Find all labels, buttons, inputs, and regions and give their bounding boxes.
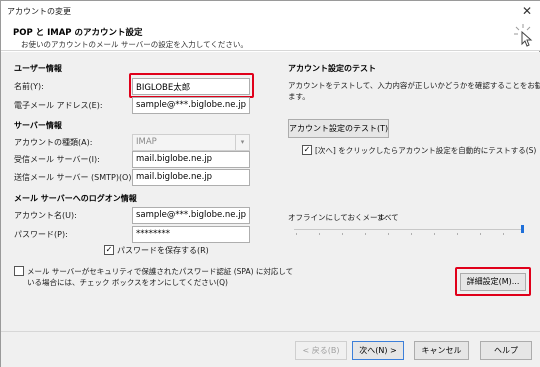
slider-tick <box>411 233 412 235</box>
auto-test-label: [次へ] をクリックしたらアカウント設定を自動的にテストする(S) <box>315 146 537 155</box>
checkmark-icon: ✓ <box>303 145 311 154</box>
chevron-down-icon: ▾ <box>235 135 249 150</box>
offline-slider-thumb[interactable] <box>521 225 524 233</box>
slider-tick <box>296 233 297 235</box>
window-title: アカウントの変更 <box>7 7 71 16</box>
name-highlight-box <box>129 73 254 98</box>
remember-password-label: パスワードを保存する(R) <box>117 246 209 255</box>
next-button[interactable]: 次へ(N) > <box>352 341 404 360</box>
more-settings-highlight-box <box>455 267 531 296</box>
slider-tick <box>503 233 504 235</box>
test-description-line2: ます。 <box>288 92 310 101</box>
user-info-heading: ユーザー情報 <box>14 64 62 73</box>
offline-mail-value: すべて <box>377 213 399 222</box>
logon-info-heading: メール サーバーへのログオン情報 <box>14 194 137 203</box>
email-label: 電子メール アドレス(E): <box>14 101 103 110</box>
test-description-line1: アカウントをテストして、入力内容が正しいかどうかを確認することをお勧めし <box>288 81 540 90</box>
slider-tick <box>365 233 366 235</box>
slider-tick <box>319 233 320 235</box>
cancel-button[interactable]: キャンセル <box>414 341 469 360</box>
server-info-heading: サーバー情報 <box>14 121 62 130</box>
account-type-label: アカウントの種類(A): <box>14 138 93 147</box>
dialog-header: POP と IMAP のアカウント設定 お使いのアカウントのメール サーバーの設… <box>1 21 540 51</box>
incoming-server-label: 受信メール サーバー(I): <box>14 155 100 164</box>
slider-tick <box>480 233 481 235</box>
help-button[interactable]: ヘルプ <box>480 341 532 360</box>
cursor-sparkle-icon <box>514 24 533 47</box>
password-field[interactable]: ******** <box>132 226 250 243</box>
name-label: 名前(Y): <box>14 82 44 91</box>
slider-tick <box>434 233 435 235</box>
outgoing-server-label: 送信メール サーバー (SMTP)(O): <box>14 173 135 182</box>
account-name-label: アカウント名(U): <box>14 211 77 220</box>
close-icon[interactable]: ✕ <box>519 3 535 19</box>
incoming-server-field[interactable]: mail.biglobe.ne.jp <box>132 151 250 168</box>
test-heading: アカウント設定のテスト <box>288 64 376 73</box>
title-bar: アカウントの変更 ✕ <box>1 1 540 21</box>
offline-mail-label: オフラインにしておくメール: <box>288 213 388 222</box>
header-title: POP と IMAP のアカウント設定 <box>13 28 143 38</box>
slider-tick <box>342 233 343 235</box>
test-account-button[interactable]: アカウント設定のテスト(T) <box>288 119 389 138</box>
password-label: パスワード(P): <box>14 230 68 239</box>
back-button[interactable]: < 戻る(B) <box>295 341 347 360</box>
header-subtitle: お使いのアカウントのメール サーバーの設定を入力してください。 <box>21 40 248 49</box>
checkmark-icon: ✓ <box>105 245 113 254</box>
account-type-value: IMAP <box>136 137 157 147</box>
slider-tick <box>388 233 389 235</box>
account-type-select: IMAP ▾ <box>132 134 250 151</box>
email-field[interactable]: sample@***.biglobe.ne.jp <box>132 97 250 114</box>
outgoing-server-field[interactable]: mail.biglobe.ne.jp <box>132 169 250 186</box>
spa-checkbox[interactable] <box>14 266 24 276</box>
offline-slider-track[interactable] <box>294 229 524 230</box>
account-change-dialog: アカウントの変更 ✕ POP と IMAP のアカウント設定 お使いのアカウント… <box>0 0 540 367</box>
spa-label-line2: いる場合には、チェック ボックスをオンにしてください(Q) <box>27 278 228 287</box>
account-name-field[interactable]: sample@***.biglobe.ne.jp <box>132 207 250 224</box>
auto-test-checkbox[interactable]: ✓ <box>302 145 312 155</box>
remember-password-checkbox[interactable]: ✓ <box>104 245 114 255</box>
slider-tick <box>457 233 458 235</box>
spa-label-line1: メール サーバーがセキュリティで保護されたパスワード認証 (SPA) に対応して <box>27 267 294 276</box>
